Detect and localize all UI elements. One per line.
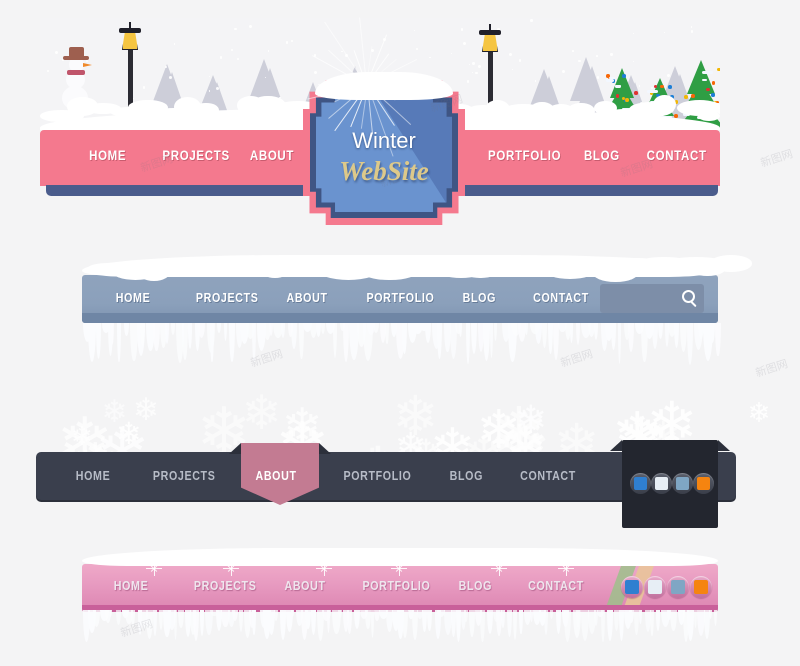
nav-item-about-bar2[interactable]: ABOUT (287, 290, 328, 305)
winter-navbar-collection: HOME PROJECTS ABOUT PORTFOLIO BLOG CONTACT Wi… (0, 0, 800, 666)
social-icon-1-glyph (634, 477, 647, 490)
search-input[interactable] (600, 284, 704, 313)
nav-item-contact-bar3[interactable]: CONTACT (520, 468, 576, 483)
nav-item-home-bar1[interactable]: HOME (89, 147, 126, 163)
nav-item-portfolio-bar1[interactable]: PORTFOLIO (488, 147, 561, 163)
nav-item-home-bar3[interactable]: HOME (76, 468, 111, 483)
icicle-group (82, 323, 718, 381)
watermark: 新图网 (758, 145, 794, 170)
snowflake-icon: ❄ (748, 399, 771, 426)
social-icon-2-glyph (655, 477, 668, 490)
sparkle-icon (499, 568, 501, 570)
sparkle-icon (399, 568, 401, 570)
nav-item-blog-bar1[interactable]: BLOG (584, 147, 620, 163)
social-icon-2-pink-glyph (648, 580, 662, 594)
watermark: 新图网 (753, 355, 789, 380)
nav-item-portfolio-bar2[interactable]: PORTFOLIO (366, 290, 434, 305)
nav-item-projects-bar1[interactable]: PROJECTS (162, 147, 229, 163)
nav-item-contact-bar1[interactable]: CONTACT (647, 147, 707, 163)
navbar-4-wrap: HOME PROJECTS ABOUT PORTFOLIO BLOG CONTACT (82, 548, 718, 653)
badge-title-line2: WebSite (303, 156, 465, 187)
sparkle-icon (154, 568, 156, 570)
icicle-drip-group (82, 610, 718, 652)
nav-item-projects-bar3[interactable]: PROJECTS (153, 468, 216, 483)
navbar-4: HOME PROJECTS ABOUT PORTFOLIO BLOG CONTACT (82, 564, 718, 610)
nav-item-portfolio-bar3[interactable]: PORTFOLIO (343, 468, 411, 483)
sparkle-icon (324, 568, 326, 570)
social-panel-dark (622, 440, 718, 528)
nav-item-about-bar3[interactable]: ABOUT (256, 468, 297, 483)
social-icon-3-pink[interactable] (667, 576, 689, 598)
social-icon-3[interactable] (672, 473, 693, 494)
nav-item-blog-bar4[interactable]: BLOG (459, 578, 492, 593)
social-icon-1-pink-glyph (625, 580, 639, 594)
nav-item-blog-bar2[interactable]: BLOG (463, 290, 496, 305)
nav-item-about-bar1[interactable]: ABOUT (250, 147, 294, 163)
nav-item-home-bar2[interactable]: HOME (116, 290, 151, 305)
social-icon-4[interactable] (693, 473, 714, 494)
carrot-nose-icon (83, 63, 92, 67)
social-icon-4-pink[interactable] (690, 576, 712, 598)
nav-item-contact-bar4[interactable]: CONTACT (528, 578, 584, 593)
badge-snow-cap (315, 72, 453, 100)
badge-title-line1: Winter (303, 128, 465, 154)
social-icon-3-glyph (676, 477, 689, 490)
nav-item-home-bar4[interactable]: HOME (114, 578, 149, 593)
nav-item-about-bar4[interactable]: ABOUT (285, 578, 326, 593)
sparkle-icon (566, 568, 568, 570)
social-icon-4-pink-glyph (694, 580, 708, 594)
social-icon-4-glyph (697, 477, 710, 490)
nav-item-projects-bar4[interactable]: PROJECTS (194, 578, 257, 593)
site-logo-badge[interactable]: Winter WebSite (303, 80, 465, 225)
search-icon[interactable] (682, 290, 695, 303)
social-icon-2-pink[interactable] (644, 576, 666, 598)
social-icon-3-pink-glyph (671, 580, 685, 594)
navbar-2: HOME PROJECTS ABOUT PORTFOLIO BLOG CONTACT (82, 275, 718, 323)
social-icon-2[interactable] (651, 473, 672, 494)
navbar-2-wrap: HOME PROJECTS ABOUT PORTFOLIO BLOG CONTACT (82, 255, 718, 380)
nav-item-blog-bar3[interactable]: BLOG (450, 468, 483, 483)
nav-item-contact-bar2[interactable]: CONTACT (533, 290, 589, 305)
sparkle-icon (231, 568, 233, 570)
social-icon-1[interactable] (630, 473, 651, 494)
nav-item-projects-bar2[interactable]: PROJECTS (196, 290, 259, 305)
social-icon-1-pink[interactable] (621, 576, 643, 598)
nav-item-portfolio-bar4[interactable]: PORTFOLIO (362, 578, 430, 593)
